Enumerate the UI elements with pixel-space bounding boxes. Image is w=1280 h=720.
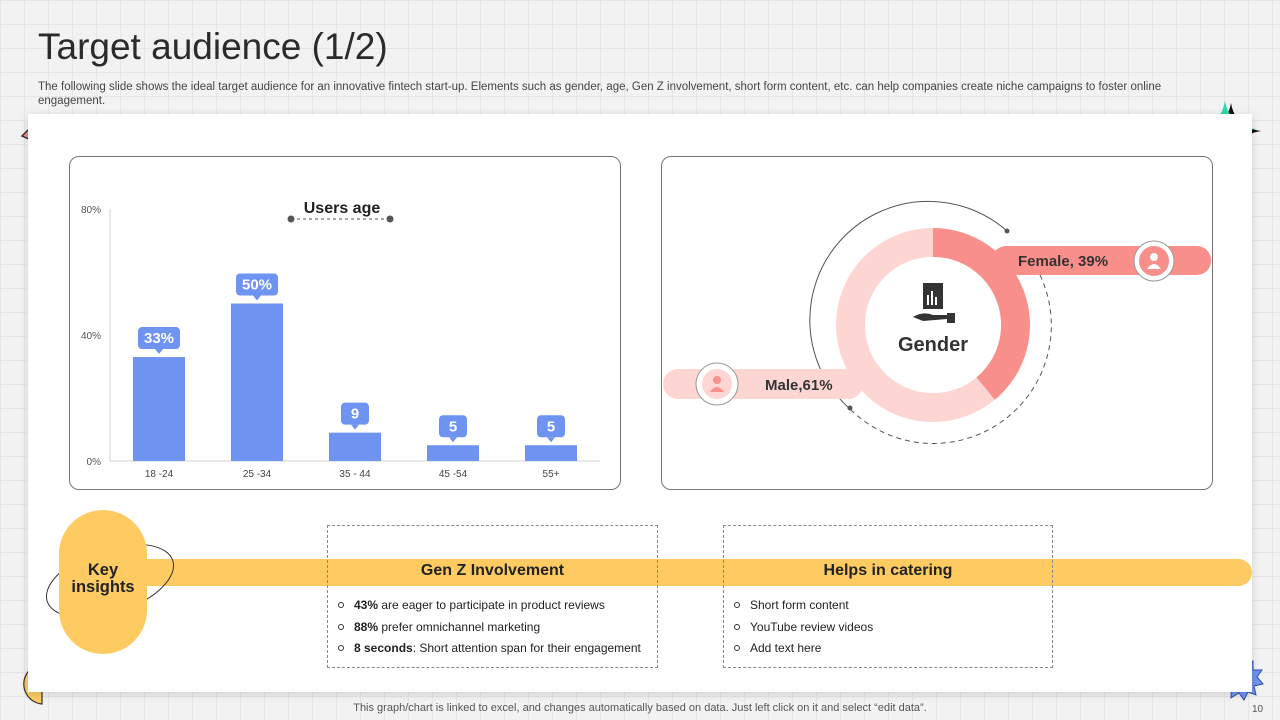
genz-involvement-title: Gen Z Involvement <box>420 562 565 579</box>
stat-text: : Short attention span for their engagem… <box>412 641 641 655</box>
bar <box>231 303 283 461</box>
donut-title: Gender <box>898 334 968 356</box>
data-label: 5 <box>547 418 555 435</box>
helps-in-catering-title: Helps in catering <box>823 562 953 579</box>
key-insights-label-line2: insights <box>71 578 135 596</box>
list-item: Short form content <box>732 598 873 620</box>
data-label: 33% <box>144 330 174 347</box>
ring-dot <box>1004 228 1010 234</box>
bar <box>329 432 381 461</box>
page-number: 10 <box>1252 704 1264 715</box>
ring-dot <box>847 405 853 411</box>
list-item: 88% prefer omnichannel marketing <box>336 620 641 642</box>
users-age-chart-panel[interactable]: 0% 40% 80% Users age 18 -24 33% 25 -34 50% 35 - … <box>69 156 621 490</box>
users-age-chart: 0% 40% 80% Users age 18 -24 33% 25 -34 50% 35 - … <box>81 200 600 480</box>
x-tick-label: 55+ <box>543 469 560 480</box>
male-label-band <box>663 369 863 399</box>
genz-involvement-box: Gen Z Involvement 43% are eager to parti… <box>327 525 658 668</box>
x-tick-label: 18 -24 <box>145 469 174 480</box>
list-item: 8 seconds: Short attention span for thei… <box>336 641 641 663</box>
donut-center <box>865 257 1001 393</box>
x-tick-label: 45 -54 <box>439 469 468 480</box>
chart-title: Users age <box>304 200 381 217</box>
stat-value: 88% <box>354 619 379 634</box>
title-connector-dot <box>287 215 295 223</box>
stat-value: 43% <box>354 598 379 612</box>
key-insights-label: Key insights <box>59 562 147 596</box>
data-label-pointer <box>449 437 457 443</box>
bar <box>427 445 479 461</box>
title-connector-dot <box>386 215 394 223</box>
data-label: 9 <box>351 406 359 423</box>
list-item: Add text here <box>732 641 873 663</box>
genz-involvement-list: 43% are eager to participate in product … <box>336 598 641 663</box>
female-label: Female, 39% <box>1018 253 1108 270</box>
bar <box>133 357 185 461</box>
page-subtitle: The following slide shows the ideal targ… <box>38 81 1162 107</box>
data-label-pointer <box>155 349 163 355</box>
data-label-pointer <box>351 424 359 430</box>
footer-note: This graph/chart is linked to excel, and… <box>353 702 927 714</box>
y-tick-label: 0% <box>87 457 102 468</box>
stat-text: prefer omnichannel marketing <box>378 619 541 634</box>
page-title: Target audience (1/2) <box>38 26 388 67</box>
gender-chart-panel[interactable]: Gender Female, 39% Male,61% <box>661 156 1213 490</box>
y-tick-label: 40% <box>81 331 101 342</box>
data-label-pointer <box>253 295 261 301</box>
x-tick-label: 25 -34 <box>243 469 272 480</box>
data-label: 5 <box>449 418 457 435</box>
bar <box>525 445 577 461</box>
data-label-pointer <box>547 437 555 443</box>
list-item: YouTube review videos <box>732 620 873 642</box>
male-label: Male,61% <box>765 377 833 394</box>
data-label: 50% <box>242 277 272 294</box>
key-insights-label-line1: Key <box>87 561 119 579</box>
helps-in-catering-list: Short form content YouTube review videos… <box>732 598 873 663</box>
gender-chart: Gender Female, 39% Male,61% <box>663 200 1211 444</box>
x-tick-label: 35 - 44 <box>339 469 371 480</box>
list-item: 43% are eager to participate in product … <box>336 598 641 620</box>
y-tick-label: 80% <box>81 205 101 216</box>
helps-in-catering-box: Helps in catering Short form content You… <box>723 525 1053 668</box>
stat-value: 8 seconds <box>354 641 413 655</box>
stat-text: are eager to participate in product revi… <box>378 598 605 612</box>
insights-band <box>120 559 1252 586</box>
